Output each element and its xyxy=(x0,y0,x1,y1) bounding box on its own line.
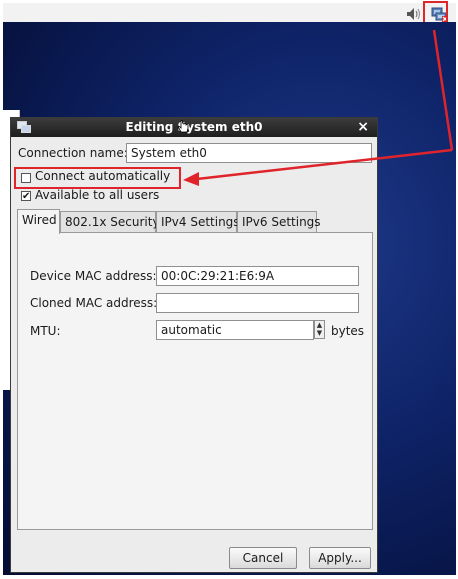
device-mac-field[interactable]: 00:0C:29:21:E6:9A xyxy=(156,266,359,286)
annotation-box-connect-automatically xyxy=(14,167,181,189)
stepper-up-icon[interactable]: ▲ xyxy=(315,321,324,329)
close-button[interactable]: × xyxy=(357,119,369,135)
dialog-title: Editing System eth0 xyxy=(125,120,263,134)
connection-name-label: Connection name: xyxy=(18,146,128,160)
mtu-unit: bytes xyxy=(331,324,365,338)
speaker-icon[interactable] xyxy=(406,7,422,21)
cancel-button[interactable]: Cancel xyxy=(229,547,297,569)
tab-wired[interactable]: Wired xyxy=(17,209,60,234)
dialog-titlebar[interactable]: Editing System eth0 × xyxy=(11,118,377,137)
mtu-field[interactable]: automatic xyxy=(156,320,314,340)
top-panel xyxy=(3,3,456,23)
available-to-all-users-checkbox[interactable]: ✔ xyxy=(21,191,31,202)
apply-button[interactable]: Apply... xyxy=(309,547,371,569)
hand-cursor-icon xyxy=(177,120,189,133)
cloned-mac-field[interactable] xyxy=(156,293,359,313)
wired-tab-panel: Device MAC address: 00:0C:29:21:E6:9A Cl… xyxy=(17,232,373,530)
mtu-stepper[interactable]: ▲ ▼ xyxy=(314,320,325,339)
tab-ipv4-settings[interactable]: IPv4 Settings xyxy=(156,211,240,233)
tab-8021x-security[interactable]: 802.1x Security xyxy=(60,211,160,233)
stepper-down-icon[interactable]: ▼ xyxy=(315,329,324,337)
device-mac-label: Device MAC address: xyxy=(30,269,157,283)
mtu-label: MTU: xyxy=(30,324,61,338)
connection-name-field[interactable]: System eth0 xyxy=(126,143,372,163)
available-to-all-users-label[interactable]: Available to all users xyxy=(35,188,159,202)
tab-ipv6-settings[interactable]: IPv6 Settings xyxy=(237,211,321,233)
cloned-mac-label: Cloned MAC address: xyxy=(30,296,158,310)
